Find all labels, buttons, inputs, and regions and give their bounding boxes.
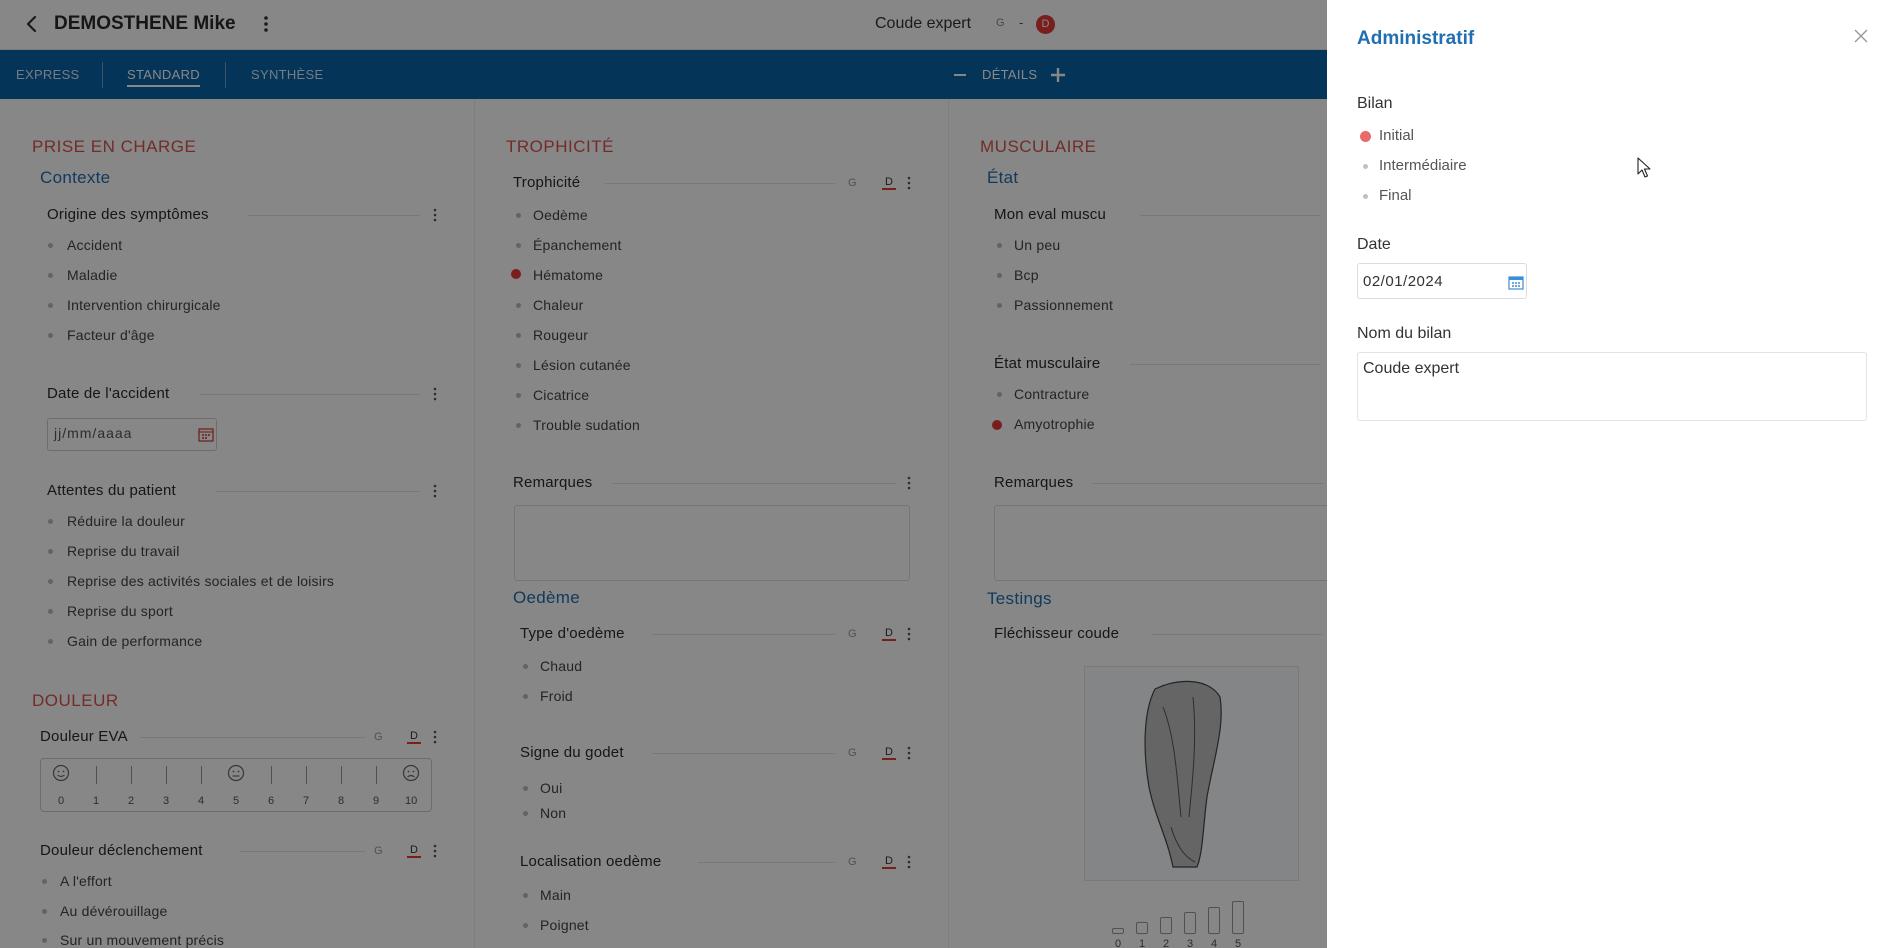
nom-bilan-textarea[interactable]: Coude expert <box>1357 352 1867 421</box>
date-value: 02/01/2024 <box>1363 273 1444 290</box>
nom-bilan-label: Nom du bilan <box>1357 325 1452 342</box>
nom-bilan-value: Coude expert <box>1363 360 1460 377</box>
mouse-cursor-icon <box>1637 157 1651 178</box>
date-label: Date <box>1357 236 1391 253</box>
bilan-option-bullet[interactable] <box>1363 194 1368 199</box>
close-icon[interactable] <box>1853 28 1869 44</box>
bilan-option-final[interactable]: Final <box>1379 187 1412 204</box>
drawer-title: Administratif <box>1357 28 1475 49</box>
date-input[interactable]: 02/01/2024 <box>1357 263 1527 299</box>
bilan-option-intermediaire[interactable]: Intermédiaire <box>1379 157 1467 174</box>
bilan-option-bullet-selected[interactable] <box>1360 131 1371 142</box>
administratif-drawer: Administratif Bilan Initial Intermédiair… <box>1327 0 1896 948</box>
bilan-option-initial[interactable]: Initial <box>1379 127 1414 144</box>
bilan-label: Bilan <box>1357 95 1393 112</box>
calendar-icon[interactable] <box>1508 274 1524 290</box>
bilan-option-bullet[interactable] <box>1363 164 1368 169</box>
